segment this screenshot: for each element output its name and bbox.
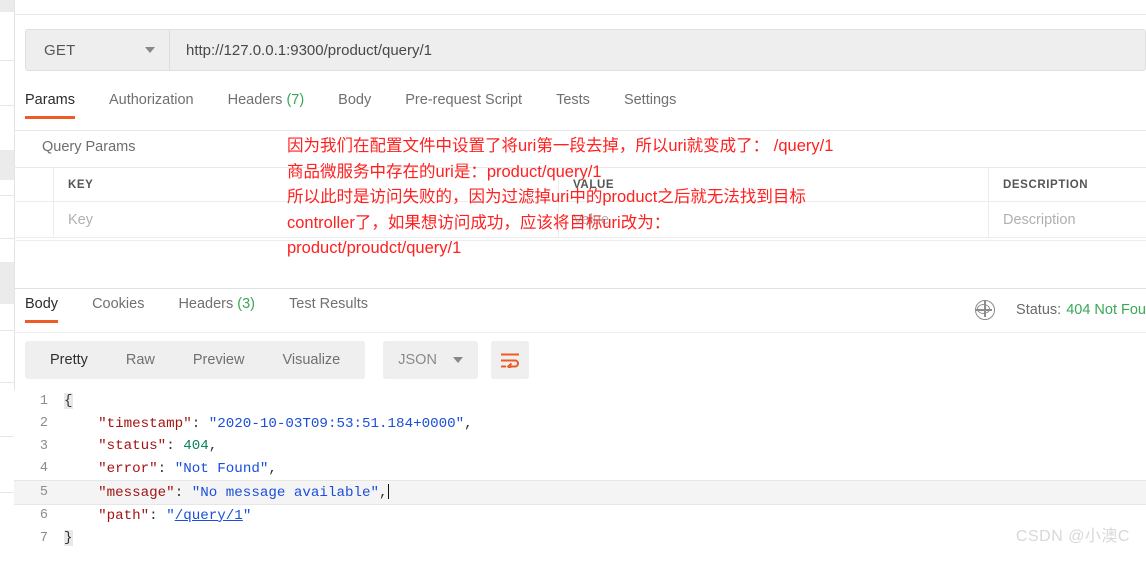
tab-label: Headers [178,296,234,312]
param-description-input[interactable]: Description [1003,212,1076,228]
request-tab-tests[interactable]: Tests [556,92,590,119]
code-line-content: "timestamp": "2020-10-03T09:53:51.184+00… [98,415,473,432]
tab-count-badge: (7) [282,92,305,108]
query-params-table: KEY VALUE DESCRIPTION Key Value Descript… [14,168,1146,238]
line-number: 7 [39,530,48,546]
code-line: 7} [14,527,1146,550]
response-tabs: Body Cookies Headers (3) Test Results [25,296,402,332]
request-tab-authorization[interactable]: Authorization [109,92,194,119]
code-line-content: "message": "No message available", [98,483,390,501]
line-number: 6 [39,508,48,524]
left-sidebar-strip [0,0,15,562]
row-checkbox[interactable] [14,202,54,237]
text-cursor [387,483,390,499]
table-header-row: KEY VALUE DESCRIPTION [14,168,1146,202]
response-divider [14,288,1146,289]
view-mode-raw[interactable]: Raw [107,352,174,368]
wrap-lines-icon [500,353,519,368]
http-method-label: GET [44,41,76,59]
tab-label: Pre-request Script [405,92,523,108]
tab-label: Headers [227,92,283,108]
line-number: 1 [39,393,48,409]
param-value-input[interactable]: Value [573,212,609,228]
code-line: 4 "error": "Not Found", [14,458,1146,481]
tab-label: Body [338,92,372,108]
column-header-key: KEY [68,178,94,191]
annotation-line: 因为我们在配置文件中设置了将uri第一段去掉，所以uri就变成了： /query… [287,137,834,155]
http-method-selector[interactable]: GET [25,29,169,71]
globe-icon [974,299,996,320]
response-tab-headers[interactable]: Headers (3) [178,296,255,323]
tab-label: Body [25,296,59,312]
code-line: 2 "timestamp": "2020-10-03T09:53:51.184+… [14,413,1146,436]
param-key-input[interactable]: Key [68,212,93,228]
tab-label: Tests [556,92,590,108]
wrap-lines-button[interactable] [490,341,529,379]
response-status: Status: 404 Not Fou [974,299,1146,320]
tab-label: Cookies [92,296,145,312]
code-line-content: "path": "/query/1" [98,507,252,524]
line-number: 3 [39,438,48,454]
format-label: JSON [398,352,437,368]
code-line: 5 "message": "No message available", [14,480,1146,505]
tab-count-badge: (3) [233,296,256,312]
url-input[interactable]: http://127.0.0.1:9300/product/query/1 [169,29,1146,71]
response-tab-cookies[interactable]: Cookies [92,296,144,323]
chevron-down-icon [145,47,155,53]
url-value: http://127.0.0.1:9300/product/query/1 [186,41,433,59]
request-url-bar: GET http://127.0.0.1:9300/product/query/… [25,29,1146,71]
table-bottom-divider [14,240,1146,241]
view-mode-pretty[interactable]: Pretty [31,352,107,368]
line-number: 4 [39,461,48,477]
watermark: CSDN @小澳C [1015,528,1130,545]
top-divider [14,14,1146,15]
request-tab-settings[interactable]: Settings [624,92,676,119]
request-tab-body[interactable]: Body [338,92,371,119]
tab-label: Authorization [108,92,194,108]
tab-label: Settings [623,92,677,108]
code-line: 1{ [14,390,1146,413]
code-line-content: } [64,530,73,547]
view-mode-preview[interactable]: Preview [174,352,264,368]
select-all-checkbox-cell[interactable] [14,168,54,201]
tab-label: Test Results [289,296,368,312]
request-tab-headers[interactable]: Headers (7) [228,92,305,119]
chevron-down-icon [452,357,463,363]
code-line: 6 "path": "/query/1" [14,505,1146,528]
query-params-title: Query Params [42,139,136,155]
code-line-content: { [64,393,73,410]
column-header-description: DESCRIPTION [1003,178,1089,191]
status-value: 404 Not Fou [1066,302,1146,318]
status-label: Status: [1016,302,1062,318]
response-tab-body[interactable]: Body [25,296,59,323]
code-line: 3 "status": 404, [14,435,1146,458]
request-tabs-divider [14,130,1146,131]
response-tabs-divider [14,332,1146,333]
code-line-content: "error": "Not Found", [98,460,277,477]
code-line-content: "status": 404, [98,438,218,455]
table-row: Key Value Description [14,202,1146,238]
response-body-code[interactable]: 1{2 "timestamp": "2020-10-03T09:53:51.18… [14,390,1146,562]
format-selector[interactable]: JSON [383,341,478,379]
view-mode-group: Pretty Raw Preview Visualize [25,341,366,379]
request-tabs: Params Authorization Headers (7) Body Pre-re… [25,92,1146,129]
response-view-toolbar: Pretty Raw Preview Visualize JSON [25,341,529,379]
response-tab-test-results[interactable]: Test Results [289,296,368,323]
column-header-value: VALUE [573,178,615,191]
request-tab-pre-request-script[interactable]: Pre-request Script [405,92,522,119]
tab-label: Params [25,92,75,108]
line-number: 2 [39,416,48,432]
view-mode-visualize[interactable]: Visualize [263,352,359,368]
request-tab-params[interactable]: Params [25,92,75,119]
line-number: 5 [39,484,48,500]
